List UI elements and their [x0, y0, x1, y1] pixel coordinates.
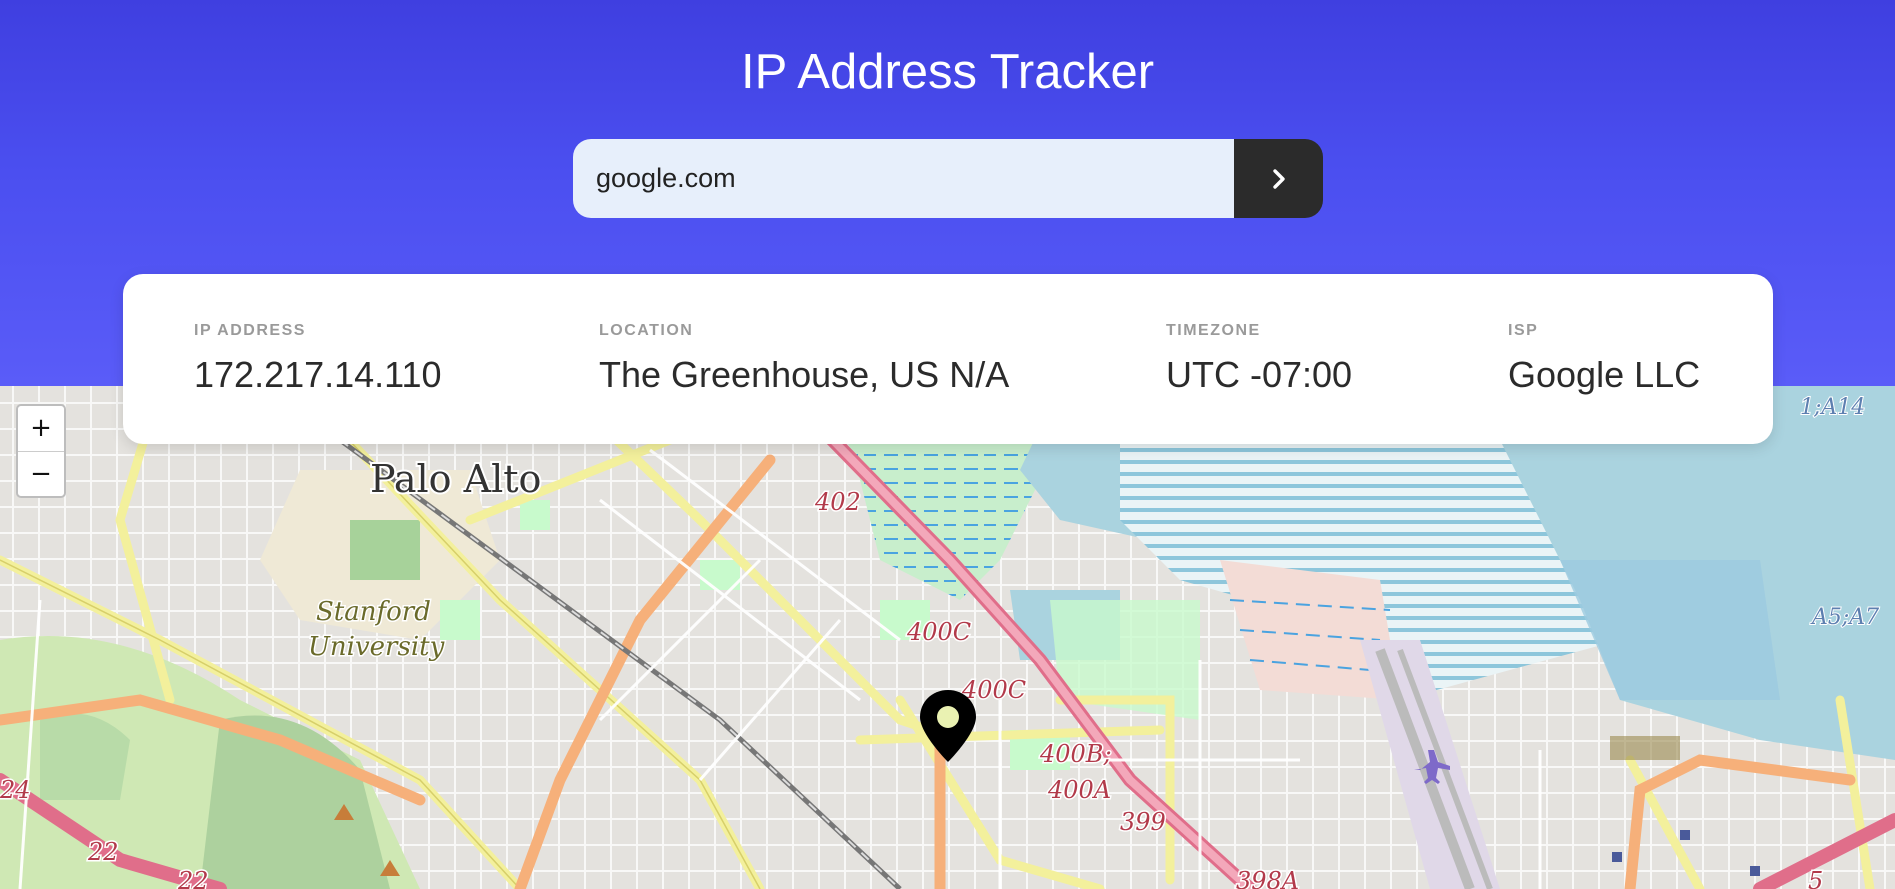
stat-ip-address: IP Address 172.217.14.110: [194, 322, 442, 396]
result-card: IP Address 172.217.14.110 Location The G…: [123, 274, 1773, 444]
stat-value: The Greenhouse, US N/A: [599, 354, 1010, 395]
zoom-out-button[interactable]: −: [18, 451, 64, 496]
map-label-road: 400B;: [1039, 740, 1112, 768]
stat-label: ISP: [1508, 322, 1539, 339]
map-label-road: 402: [814, 488, 861, 516]
map-label-road: A5;A7: [1810, 605, 1879, 630]
map-label-university: University: [308, 632, 445, 662]
search-input[interactable]: [573, 139, 1234, 218]
map-label-road: 399: [1120, 808, 1166, 836]
map-label-road: 5: [1808, 867, 1823, 889]
location-pin-icon[interactable]: [917, 688, 979, 764]
stat-location: Location The Greenhouse, US N/A: [599, 322, 1009, 396]
stat-value: UTC -07:00: [1166, 354, 1353, 395]
zoom-in-button[interactable]: +: [18, 406, 64, 452]
map-label-road: 1;A14: [1800, 395, 1865, 420]
stat-label: IP Address: [194, 322, 306, 339]
chevron-right-icon: [1272, 168, 1285, 189]
map-label-university: Stanford: [316, 597, 431, 627]
search-submit-button[interactable]: [1234, 139, 1323, 218]
stat-label: Location: [599, 322, 694, 339]
stat-timezone: Timezone UTC -07:00: [1166, 322, 1352, 396]
map-tiles[interactable]: Palo Alto Stanford University 402 400C 4…: [0, 386, 1895, 889]
map-label-road: 24: [0, 776, 31, 804]
stat-label: Timezone: [1166, 322, 1261, 339]
map-label-road: 400C: [906, 618, 971, 646]
stat-isp: ISP Google LLC: [1508, 322, 1700, 396]
zoom-control: + −: [16, 404, 66, 498]
page-title: IP Address Tracker: [740, 45, 1155, 99]
map-view[interactable]: Palo Alto Stanford University 402 400C 4…: [0, 386, 1895, 889]
stat-value: 172.217.14.110: [194, 354, 442, 395]
map-label-road: 22: [177, 867, 209, 889]
map-label-city: Palo Alto: [370, 457, 541, 501]
map-label-road: 22: [87, 838, 119, 866]
stat-value: Google LLC: [1508, 354, 1701, 395]
search-form: [573, 139, 1323, 218]
map-label-road: 398A: [1236, 867, 1299, 889]
map-label-road: 400A: [1047, 776, 1111, 804]
